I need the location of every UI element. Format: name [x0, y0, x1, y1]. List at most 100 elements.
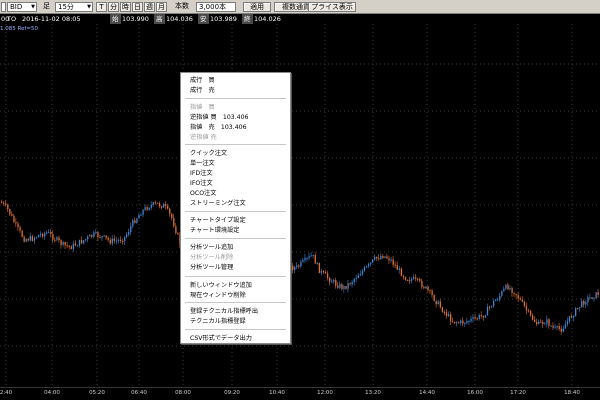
candle-body	[335, 280, 337, 286]
candle-body	[124, 236, 126, 242]
candle-body	[314, 254, 316, 264]
low-label: 安	[198, 14, 209, 24]
menu-separator	[185, 329, 286, 330]
high-label: 高	[154, 14, 165, 24]
menu-separator	[185, 144, 286, 145]
menu-item[interactable]: 指値 売 103.406	[181, 123, 290, 133]
candle-body	[298, 265, 300, 267]
menu-item[interactable]: クイック注文	[181, 149, 290, 159]
candle-body	[158, 203, 161, 207]
candle-body	[579, 307, 581, 309]
candle-body	[87, 236, 89, 240]
candle-body	[419, 279, 421, 281]
candle-body	[566, 321, 569, 325]
candle-body	[95, 232, 97, 234]
week-button[interactable]: 週	[144, 2, 155, 12]
candle-body	[386, 256, 388, 259]
candle-body	[105, 235, 107, 238]
candle-body	[322, 271, 325, 273]
candle-body	[150, 204, 152, 208]
menu-item[interactable]: OCO注文	[181, 189, 290, 199]
candle-body	[443, 311, 446, 313]
price-display-button[interactable]: プライス表示	[308, 2, 356, 12]
menu-item[interactable]: 逆指値 買 103.406	[181, 113, 290, 123]
context-menu: 成行 買成行 売指値 買逆指値 買 103.406 指値 売 103.406 逆指値…	[180, 72, 291, 344]
candle-body	[525, 306, 528, 311]
period-select[interactable]: 15分 ▼	[55, 2, 93, 12]
side-select[interactable]: BID ▼	[7, 2, 37, 12]
candle-body	[154, 202, 157, 204]
menu-item[interactable]: テクニカル指標登録	[181, 317, 290, 327]
menu-item[interactable]: チャートタイプ設定	[181, 216, 290, 226]
candle-body	[536, 321, 538, 324]
candle-body	[540, 321, 542, 323]
candle-body	[31, 236, 34, 241]
candle-body	[56, 237, 58, 241]
candle-body	[484, 315, 487, 318]
chevron-down-icon[interactable]: ▼	[87, 3, 91, 12]
candle-body	[425, 286, 427, 289]
candle-body	[76, 245, 79, 247]
menu-item[interactable]: CSV形式でデータ出力	[181, 334, 290, 344]
menu-item[interactable]: 分析ツール追加	[181, 243, 290, 253]
candle-body	[394, 264, 396, 266]
candle-body	[306, 257, 308, 259]
candle-body	[429, 290, 431, 292]
menu-item[interactable]: 新しいウィンドウ追加	[181, 281, 290, 291]
tick-button[interactable]: T	[96, 2, 107, 12]
hour-button[interactable]: 時	[120, 2, 131, 12]
open-label: 始	[110, 14, 121, 24]
high-value: 104.036	[166, 15, 193, 23]
menu-separator	[185, 276, 286, 277]
day-button[interactable]: 日	[132, 2, 143, 12]
menu-item[interactable]: チャート環境設定	[181, 226, 290, 236]
candle-body	[331, 281, 333, 283]
candle-body	[3, 202, 5, 204]
candle-body	[333, 280, 335, 282]
candle-body	[72, 243, 75, 250]
candle-body	[292, 265, 294, 270]
candle-body	[556, 326, 558, 328]
candle-body	[64, 242, 66, 246]
candle-body	[562, 328, 564, 332]
menu-item[interactable]: 単一注文	[181, 159, 290, 169]
menu-item[interactable]: 登録テクニカル指標呼出	[181, 307, 290, 317]
candle-body	[54, 239, 56, 241]
menu-separator	[185, 238, 286, 239]
chevron-down-icon[interactable]: ▼	[31, 3, 35, 12]
menu-item[interactable]: 成行 売	[181, 86, 290, 96]
candle-body	[402, 275, 405, 277]
menu-item[interactable]: IFD注文	[181, 169, 290, 179]
candle-body	[130, 226, 132, 232]
ashi-label: 足	[43, 2, 50, 10]
candle-body	[70, 246, 72, 250]
candle-body	[384, 256, 386, 258]
time-tick-label: 06:40	[131, 390, 147, 396]
time-tick-label: 13:20	[365, 390, 381, 396]
candle-body	[173, 217, 175, 227]
count-input[interactable]: 3,000本	[196, 2, 236, 12]
candle-body	[560, 328, 562, 332]
candle-body	[310, 255, 312, 257]
time-tick-label: 18:40	[564, 390, 580, 396]
price-chart[interactable]	[0, 24, 600, 388]
candle-body	[558, 326, 560, 329]
menu-item[interactable]: 分析ツール管理	[181, 263, 290, 273]
menu-item[interactable]: ストリーミング注文	[181, 199, 290, 209]
indicator-status: 1.085 Ref=50	[0, 26, 38, 32]
minute-button[interactable]: 分	[108, 2, 119, 12]
candle-body	[302, 260, 304, 262]
candle-body	[519, 298, 521, 300]
candle-body	[447, 314, 450, 316]
month-button[interactable]: 月	[156, 2, 167, 12]
candle-body	[433, 295, 435, 301]
candle-body	[93, 232, 95, 237]
apply-button[interactable]: 適用	[243, 2, 271, 12]
chart-icon[interactable]	[1, 2, 6, 12]
candle-body	[48, 232, 50, 234]
menu-item[interactable]: IFO注文	[181, 179, 290, 189]
menu-item[interactable]: 現在ウィンドウ削除	[181, 291, 290, 301]
menu-item[interactable]: 成行 買	[181, 76, 290, 86]
candle-body	[515, 293, 517, 296]
candle-body	[351, 282, 353, 285]
